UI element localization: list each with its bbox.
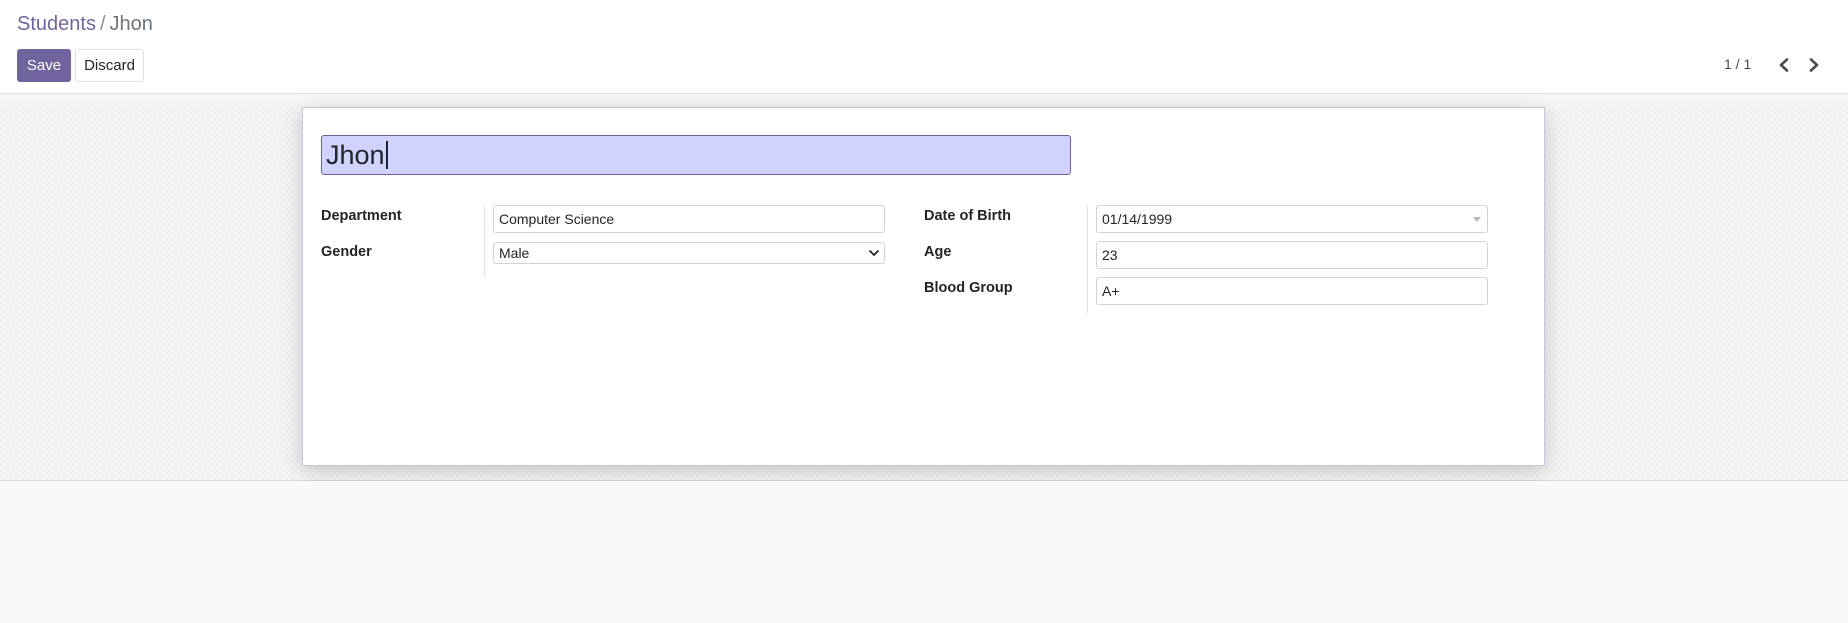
chevron-left-icon <box>1779 58 1789 72</box>
department-label: Department <box>321 208 402 224</box>
breadcrumb-current: Jhon <box>109 13 153 35</box>
discard-button[interactable]: Discard <box>75 49 144 82</box>
date-of-birth-field[interactable]: 01/14/1999 <box>1096 205 1488 233</box>
text-cursor <box>385 141 388 169</box>
gender-value: Male <box>499 245 530 261</box>
pager-next-button[interactable] <box>1804 54 1824 76</box>
breadcrumb: Students / Jhon <box>17 12 153 36</box>
gender-select[interactable]: Male <box>493 242 885 264</box>
blood-group-field[interactable]: A+ <box>1096 277 1488 305</box>
form-sheet: Jhon Department Gender Computer Science … <box>302 107 1545 466</box>
age-label: Age <box>924 244 952 260</box>
control-panel: Students / Jhon Save Discard 1 / 1 <box>0 0 1848 94</box>
breadcrumb-separator: / <box>99 13 106 35</box>
chevron-down-icon <box>868 243 880 263</box>
caret-down-icon <box>1473 217 1481 222</box>
blood-group-label: Blood Group <box>924 280 1013 296</box>
page-bottom-area <box>0 481 1848 623</box>
student-name-input[interactable]: Jhon <box>321 135 1071 175</box>
pager-previous-button[interactable] <box>1774 54 1794 76</box>
right-group-separator <box>1087 205 1088 313</box>
chevron-right-icon <box>1809 58 1819 72</box>
age-value: 23 <box>1102 247 1118 263</box>
department-value: Computer Science <box>499 211 615 227</box>
blood-group-value: A+ <box>1102 283 1120 299</box>
save-button[interactable]: Save <box>17 49 71 82</box>
gender-label: Gender <box>321 244 372 260</box>
date-of-birth-value: 01/14/1999 <box>1102 211 1173 227</box>
form-view-area: Jhon Department Gender Computer Science … <box>0 94 1848 481</box>
student-name-value: Jhon <box>326 140 385 170</box>
date-of-birth-label: Date of Birth <box>924 208 1011 224</box>
pager-value[interactable]: 1 / 1 <box>1724 54 1751 74</box>
left-group-separator <box>484 205 485 277</box>
age-field[interactable]: 23 <box>1096 241 1488 269</box>
department-field[interactable]: Computer Science <box>493 205 885 233</box>
breadcrumb-students-link[interactable]: Students <box>17 13 96 35</box>
